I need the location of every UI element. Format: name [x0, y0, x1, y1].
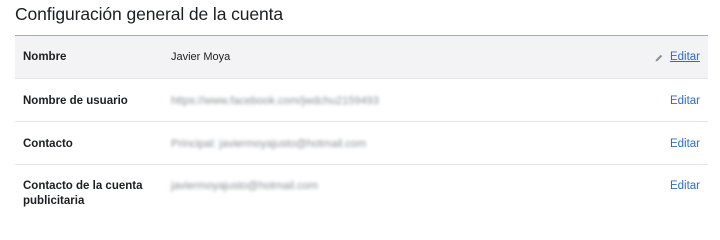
edit-wrap-username: Editar — [670, 94, 700, 109]
edit-wrap-name: Editar — [654, 50, 700, 65]
row-label-ad-contact-line2: publicitaria — [23, 195, 85, 207]
row-label-name: Nombre — [23, 51, 67, 63]
page-title: Configuración general de la cuenta — [15, 4, 284, 24]
row-label-username: Nombre de usuario — [23, 95, 128, 107]
pencil-icon — [655, 54, 663, 61]
settings-row-name[interactable]: Nombre Javier Moya Editar — [15, 36, 708, 79]
settings-row-ad-contact[interactable]: Contacto de la cuenta publicitaria javie… — [15, 165, 708, 213]
edit-username-link[interactable]: Editar — [670, 94, 700, 109]
row-value-contact: Principal: javiermoyajusto@hotmail.com — [171, 138, 367, 150]
edit-wrap-ad-contact: Editar — [670, 179, 700, 194]
edit-name-link[interactable]: Editar — [670, 50, 700, 65]
row-value-ad-contact: javiermoyajusto@hotmail.com — [171, 180, 318, 192]
settings-row-contact[interactable]: Contacto Principal: javiermoyajusto@hotm… — [15, 122, 708, 165]
settings-list: Nombre Javier Moya Editar Nombre de usua… — [15, 36, 708, 213]
account-settings-page: Configuración general de la cuenta Nombr… — [0, 0, 720, 219]
edit-ad-contact-link[interactable]: Editar — [670, 179, 700, 194]
row-value-name: Javier Moya — [171, 51, 231, 63]
settings-row-username[interactable]: Nombre de usuario https://www.facebook.c… — [15, 79, 708, 122]
row-label-ad-contact: Contacto de la cuenta publicitaria — [23, 179, 143, 209]
row-value-username: https://www.facebook.com/jwdchu2159493 — [171, 95, 379, 107]
edit-wrap-contact: Editar — [670, 137, 700, 152]
row-label-ad-contact-line1: Contacto de la cuenta — [23, 180, 143, 192]
edit-contact-link[interactable]: Editar — [670, 137, 700, 152]
row-label-contact: Contacto — [23, 138, 73, 150]
